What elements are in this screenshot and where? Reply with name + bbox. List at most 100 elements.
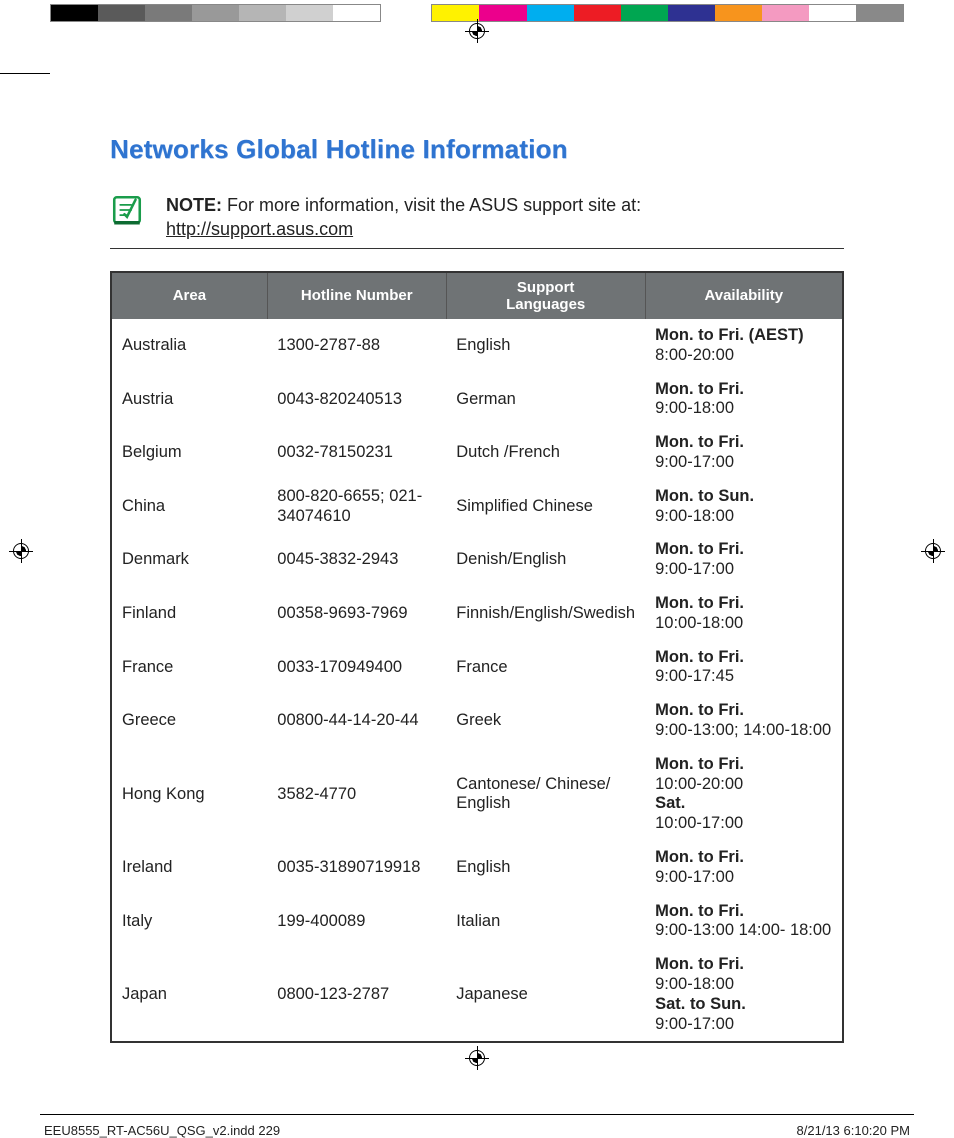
cell-availability: Mon. to Sun.9:00-18:00 <box>645 480 843 534</box>
cell-hotline: 3582-4770 <box>267 748 446 841</box>
availability-hours: 9:00-17:45 <box>655 667 832 687</box>
table-row: Italy199-400089ItalianMon. to Fri.9:00-1… <box>111 895 843 949</box>
availability-hours: 8:00-20:00 <box>655 346 832 366</box>
cell-langs: German <box>446 373 645 427</box>
cell-area: Japan <box>111 948 267 1042</box>
cell-langs: Dutch /French <box>446 426 645 480</box>
note-icon <box>110 193 144 227</box>
availability-hours: 10:00-18:00 <box>655 614 832 634</box>
cell-area: Belgium <box>111 426 267 480</box>
cell-area: Denmark <box>111 533 267 587</box>
cell-hotline: 0032-78150231 <box>267 426 446 480</box>
cell-hotline: 0043-820240513 <box>267 373 446 427</box>
availability-days: Mon. to Fri. <box>655 540 832 560</box>
cell-langs: English <box>446 841 645 895</box>
cell-availability: Mon. to Fri.9:00-13:00; 14:00-18:00 <box>645 694 843 748</box>
availability-hours: 9:00-18:00 <box>655 507 832 527</box>
availability-hours: 9:00-18:00 <box>655 975 832 995</box>
availability-days: Sat. to Sun. <box>655 995 832 1015</box>
cell-area: Greece <box>111 694 267 748</box>
cell-langs: Greek <box>446 694 645 748</box>
cell-availability: Mon. to Fri.9:00-17:00 <box>645 841 843 895</box>
availability-hours: 9:00-17:00 <box>655 1015 832 1035</box>
footer-timestamp: 8/21/13 6:10:20 PM <box>797 1123 910 1138</box>
cell-langs: France <box>446 641 645 695</box>
table-row: Denmark0045-3832-2943Denish/EnglishMon. … <box>111 533 843 587</box>
availability-days: Mon. to Sun. <box>655 487 832 507</box>
col-area: Area <box>111 272 267 320</box>
cell-langs: Cantonese/ Chinese/ English <box>446 748 645 841</box>
cell-area: Italy <box>111 895 267 949</box>
cell-hotline: 1300-2787-88 <box>267 319 446 373</box>
note-block: NOTE: For more information, visit the AS… <box>110 193 844 249</box>
cell-availability: Mon. to Fri.10:00-18:00 <box>645 587 843 641</box>
cell-area: Australia <box>111 319 267 373</box>
cell-hotline: 00358-9693-7969 <box>267 587 446 641</box>
cell-hotline: 0045-3832-2943 <box>267 533 446 587</box>
footer-file: EEU8555_RT-AC56U_QSG_v2.indd 229 <box>44 1123 280 1138</box>
availability-hours: 9:00-13:00; 14:00-18:00 <box>655 721 832 741</box>
table-row: Finland00358-9693-7969Finnish/English/Sw… <box>111 587 843 641</box>
cell-availability: Mon. to Fri.9:00-17:00 <box>645 426 843 480</box>
cell-langs: Italian <box>446 895 645 949</box>
cell-hotline: 0800-123-2787 <box>267 948 446 1042</box>
registration-mark-top <box>0 20 954 47</box>
table-row: China800-820-6655; 021-34074610Simplifie… <box>111 480 843 534</box>
cell-availability: Mon. to Fri.9:00-18:00Sat. to Sun.9:00-1… <box>645 948 843 1042</box>
cell-langs: Finnish/English/Swedish <box>446 587 645 641</box>
table-row: Austria0043-820240513German Mon. to Fri.9… <box>111 373 843 427</box>
availability-days: Mon. to Fri. (AEST) <box>655 326 832 346</box>
cell-area: Hong Kong <box>111 748 267 841</box>
table-row: Ireland0035-31890719918EnglishMon. to Fr… <box>111 841 843 895</box>
col-hotline: Hotline Number <box>267 272 446 320</box>
cell-hotline: 0033-170949400 <box>267 641 446 695</box>
availability-hours: 9:00-13:00 14:00- 18:00 <box>655 921 832 941</box>
cell-availability: Mon. to Fri.9:00-13:00 14:00- 18:00 <box>645 895 843 949</box>
cell-langs: Denish/English <box>446 533 645 587</box>
note-label: NOTE: <box>166 195 222 215</box>
availability-hours: 9:00-18:00 <box>655 399 832 419</box>
availability-days: Mon. to Fri. <box>655 380 832 400</box>
availability-days: Mon. to Fri. <box>655 701 832 721</box>
cell-hotline: 0035-31890719918 <box>267 841 446 895</box>
table-row: Australia1300-2787-88EnglishMon. to Fri.… <box>111 319 843 373</box>
availability-days: Mon. to Fri. <box>655 955 832 975</box>
availability-days: Mon. to Fri. <box>655 648 832 668</box>
cell-availability: Mon. to Fri.9:00-17:45 <box>645 641 843 695</box>
availability-hours: 10:00-20:00 <box>655 775 832 795</box>
cell-area: Finland <box>111 587 267 641</box>
cell-area: France <box>111 641 267 695</box>
page-title: Networks Global Hotline Information <box>110 134 844 165</box>
cell-availability: Mon. to Fri.9:00-17:00 <box>645 533 843 587</box>
note-text: NOTE: For more information, visit the AS… <box>166 193 641 242</box>
cell-hotline: 199-400089 <box>267 895 446 949</box>
hotline-table: Area Hotline Number SupportLanguages Ava… <box>110 271 844 1044</box>
cell-area: China <box>111 480 267 534</box>
availability-hours: 9:00-17:00 <box>655 453 832 473</box>
table-row: Belgium0032-78150231Dutch /FrenchMon. to… <box>111 426 843 480</box>
cell-hotline: 800-820-6655; 021-34074610 <box>267 480 446 534</box>
col-availability: Availability <box>645 272 843 320</box>
table-row: France0033-170949400FranceMon. to Fri.9:… <box>111 641 843 695</box>
cell-langs: Simplified Chinese <box>446 480 645 534</box>
note-link[interactable]: http://support.asus.com <box>166 219 353 239</box>
cell-langs: English <box>446 319 645 373</box>
availability-days: Mon. to Fri. <box>655 594 832 614</box>
col-langs: SupportLanguages <box>446 272 645 320</box>
availability-hours: 10:00-17:00 <box>655 814 832 834</box>
availability-days: Mon. to Fri. <box>655 848 832 868</box>
cell-area: Austria <box>111 373 267 427</box>
print-footer: EEU8555_RT-AC56U_QSG_v2.indd 229 8/21/13… <box>40 1114 914 1138</box>
cell-availability: Mon. to Fri.10:00-20:00Sat.10:00-17:00 <box>645 748 843 841</box>
cell-area: Ireland <box>111 841 267 895</box>
table-row: Japan0800-123-2787JapaneseMon. to Fri.9:… <box>111 948 843 1042</box>
availability-days: Sat. <box>655 794 832 814</box>
table-row: Hong Kong3582-4770Cantonese/ Chinese/ En… <box>111 748 843 841</box>
table-row: Greece00800-44-14-20-44GreekMon. to Fri.… <box>111 694 843 748</box>
availability-hours: 9:00-17:00 <box>655 560 832 580</box>
availability-days: Mon. to Fri. <box>655 433 832 453</box>
cell-langs: Japanese <box>446 948 645 1042</box>
availability-hours: 9:00-17:00 <box>655 868 832 888</box>
note-body: For more information, visit the ASUS sup… <box>227 195 641 215</box>
cell-availability: Mon. to Fri. (AEST)8:00-20:00 <box>645 319 843 373</box>
